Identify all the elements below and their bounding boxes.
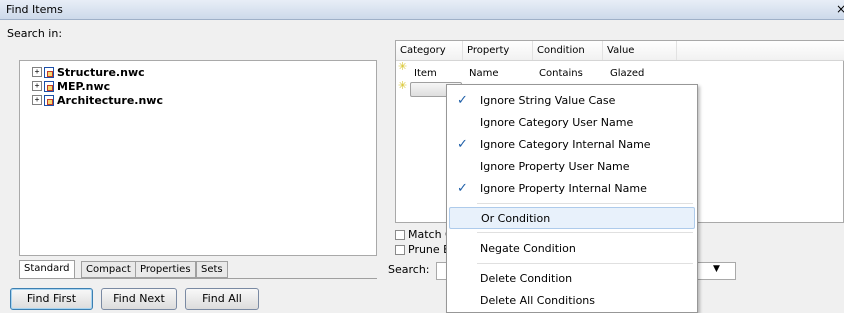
tree-item-structure[interactable]: + Structure.nwc xyxy=(32,65,145,79)
tree-item-label: MEP.nwc xyxy=(57,79,111,93)
column-header-condition[interactable]: Condition xyxy=(533,41,603,60)
cell-value[interactable]: Glazed xyxy=(610,68,644,79)
menu-item-ignore-property-user-name[interactable]: Ignore Property User Name xyxy=(448,156,696,178)
tab-standard[interactable]: Standard xyxy=(19,260,75,279)
tree-item-label: Architecture.nwc xyxy=(57,93,163,107)
expand-icon[interactable]: + xyxy=(32,67,42,77)
menu-item-label: Ignore Property User Name xyxy=(480,160,630,173)
search-in-label: Search in: xyxy=(7,27,63,40)
menu-item-delete-condition[interactable]: Delete Condition xyxy=(448,268,696,290)
checkmark-icon: ✓ xyxy=(457,93,468,108)
window-title-bar[interactable]: Find Items × xyxy=(0,0,844,20)
checkmark-icon: ✓ xyxy=(457,181,468,196)
row-marker-icon: ✳ xyxy=(398,60,408,73)
menu-item-label: Negate Condition xyxy=(480,242,576,255)
menu-item-label: Or Condition xyxy=(481,212,551,225)
match-checkbox[interactable] xyxy=(395,230,405,240)
menu-item-label: Delete All Conditions xyxy=(480,294,595,307)
tab-strip-divider xyxy=(19,278,377,279)
tree-item-label: Structure.nwc xyxy=(57,65,145,79)
window-title: Find Items xyxy=(6,3,63,16)
expand-icon[interactable]: + xyxy=(32,95,42,105)
nwc-file-icon xyxy=(44,94,54,106)
find-next-button[interactable]: Find Next xyxy=(101,288,177,310)
row-marker-icon: ✳ xyxy=(398,79,408,92)
cell-condition[interactable]: Contains xyxy=(539,68,583,79)
menu-item-label: Ignore String Value Case xyxy=(480,94,616,107)
tree-item-mep[interactable]: + MEP.nwc xyxy=(32,79,110,93)
tab-compact[interactable]: Compact xyxy=(81,261,136,278)
tab-properties[interactable]: Properties xyxy=(135,261,196,278)
menu-item-label: Ignore Category User Name xyxy=(480,116,634,129)
menu-separator xyxy=(477,232,693,233)
search-label: Search: xyxy=(388,263,430,276)
menu-item-label: Delete Condition xyxy=(480,272,573,285)
menu-item-negate-condition[interactable]: Negate Condition xyxy=(448,238,696,260)
menu-item-label: Ignore Category Internal Name xyxy=(480,138,651,151)
menu-item-ignore-string-value-case[interactable]: ✓ Ignore String Value Case xyxy=(448,90,696,112)
menu-separator xyxy=(477,203,693,204)
nwc-file-icon xyxy=(44,66,54,78)
menu-item-label: Ignore Property Internal Name xyxy=(480,182,647,195)
conditions-grid-header: Category Property Condition Value xyxy=(396,41,844,61)
menu-item-or-condition[interactable]: Or Condition xyxy=(449,207,695,229)
prune-label: Prune B xyxy=(408,243,451,256)
cell-category[interactable]: Item xyxy=(414,68,437,79)
expand-icon[interactable]: + xyxy=(32,81,42,91)
menu-item-ignore-property-internal-name[interactable]: ✓ Ignore Property Internal Name xyxy=(448,178,696,200)
menu-item-delete-all-conditions[interactable]: Delete All Conditions xyxy=(448,290,696,312)
tree-item-architecture[interactable]: + Architecture.nwc xyxy=(32,93,163,107)
column-header-category[interactable]: Category xyxy=(396,41,463,60)
checkmark-icon: ✓ xyxy=(457,137,468,152)
chevron-down-icon[interactable]: ▼ xyxy=(713,264,720,274)
column-header-property[interactable]: Property xyxy=(463,41,533,60)
find-first-button[interactable]: Find First xyxy=(10,288,93,310)
menu-item-ignore-category-internal-name[interactable]: ✓ Ignore Category Internal Name xyxy=(448,134,696,156)
condition-context-menu: ✓ Ignore String Value Case Ignore Catego… xyxy=(446,84,698,313)
cell-property[interactable]: Name xyxy=(469,68,499,79)
menu-separator xyxy=(477,263,693,264)
close-icon[interactable]: × xyxy=(836,2,844,16)
prune-checkbox[interactable] xyxy=(395,245,405,255)
column-header-value[interactable]: Value xyxy=(603,41,677,60)
search-in-tree[interactable]: + Structure.nwc + MEP.nwc + Architecture… xyxy=(19,60,377,256)
menu-item-ignore-category-user-name[interactable]: Ignore Category User Name xyxy=(448,112,696,134)
find-all-button[interactable]: Find All xyxy=(185,288,259,310)
nwc-file-icon xyxy=(44,80,54,92)
tab-sets[interactable]: Sets xyxy=(196,261,228,278)
